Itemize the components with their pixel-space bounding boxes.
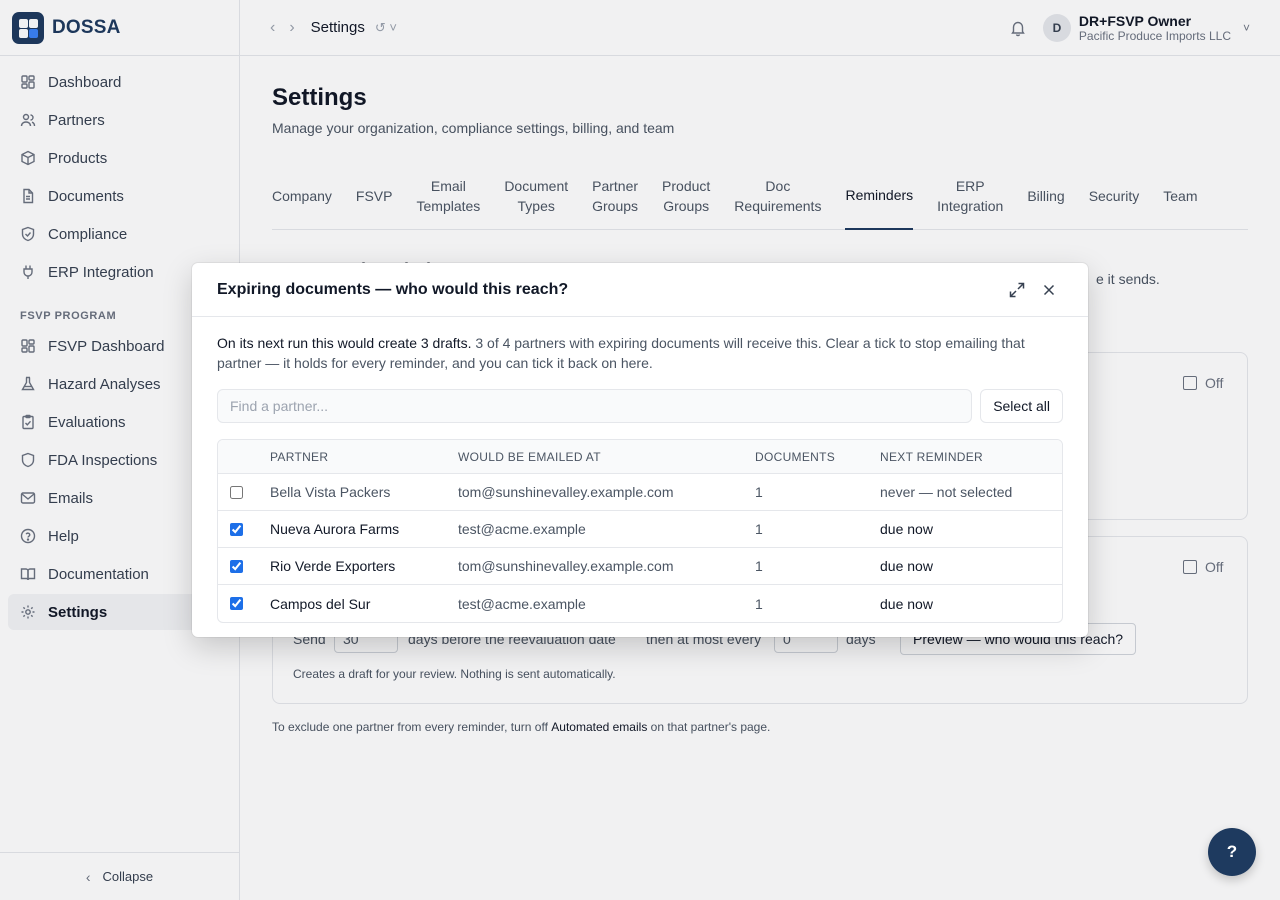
- table-row: Bella Vista Packers tom@sunshinevalley.e…: [218, 474, 1062, 511]
- col-partner: PARTNER: [270, 449, 329, 464]
- modal-header: Expiring documents — who would this reac…: [192, 263, 1088, 317]
- partner-checkbox[interactable]: [230, 559, 243, 573]
- col-documents: DOCUMENTS: [755, 449, 836, 464]
- search-row: Select all: [217, 389, 1063, 423]
- col-email: WOULD BE EMAILED AT: [458, 449, 601, 464]
- next-reminder: due now: [880, 521, 933, 537]
- help-fab-button[interactable]: ?: [1208, 828, 1256, 876]
- col-next-reminder: NEXT REMINDER: [880, 449, 984, 464]
- partner-email: test@acme.example: [458, 595, 586, 612]
- table-row: Nueva Aurora Farms test@acme.example 1 d…: [218, 511, 1062, 548]
- modal-actions: [994, 281, 1058, 299]
- table-row: Campos del Sur test@acme.example 1 due n…: [218, 585, 1062, 622]
- expand-icon[interactable]: [1008, 281, 1026, 299]
- table-row: Rio Verde Exporters tom@sunshinevalley.e…: [218, 548, 1062, 585]
- select-all-button[interactable]: Select all: [980, 389, 1063, 423]
- partner-name: Campos del Sur: [270, 595, 371, 612]
- close-icon[interactable]: [1040, 281, 1058, 299]
- partner-name: Bella Vista Packers: [270, 484, 391, 500]
- next-reminder: due now: [880, 558, 933, 574]
- partner-name: Nueva Aurora Farms: [270, 521, 400, 537]
- partner-checkbox[interactable]: [230, 522, 243, 536]
- document-count: 1: [755, 558, 763, 574]
- partner-name: Rio Verde Exporters: [270, 558, 396, 574]
- partner-checkbox[interactable]: [230, 597, 243, 610]
- document-count: 1: [755, 521, 763, 537]
- preview-modal: Expiring documents — who would this reac…: [192, 263, 1088, 637]
- partner-email: tom@sunshinevalley.example.com: [458, 484, 674, 500]
- next-reminder: never — not selected: [880, 484, 1013, 500]
- document-count: 1: [755, 595, 763, 612]
- document-count: 1: [755, 484, 763, 500]
- partner-email: tom@sunshinevalley.example.com: [458, 558, 674, 574]
- modal-intro: On its next run this would create 3 draf…: [217, 335, 1025, 371]
- next-reminder: due now: [880, 595, 933, 612]
- modal-body: On its next run this would create 3 draf…: [192, 317, 1088, 623]
- partner-search-input[interactable]: [217, 389, 973, 423]
- partner-email: test@acme.example: [458, 521, 586, 537]
- table-header: PARTNER WOULD BE EMAILED AT DOCUMENTS NE…: [218, 440, 1062, 474]
- partner-checkbox[interactable]: [230, 485, 243, 499]
- modal-title: Expiring documents — who would this reac…: [217, 280, 569, 298]
- partner-table: PARTNER WOULD BE EMAILED AT DOCUMENTS NE…: [217, 439, 1063, 623]
